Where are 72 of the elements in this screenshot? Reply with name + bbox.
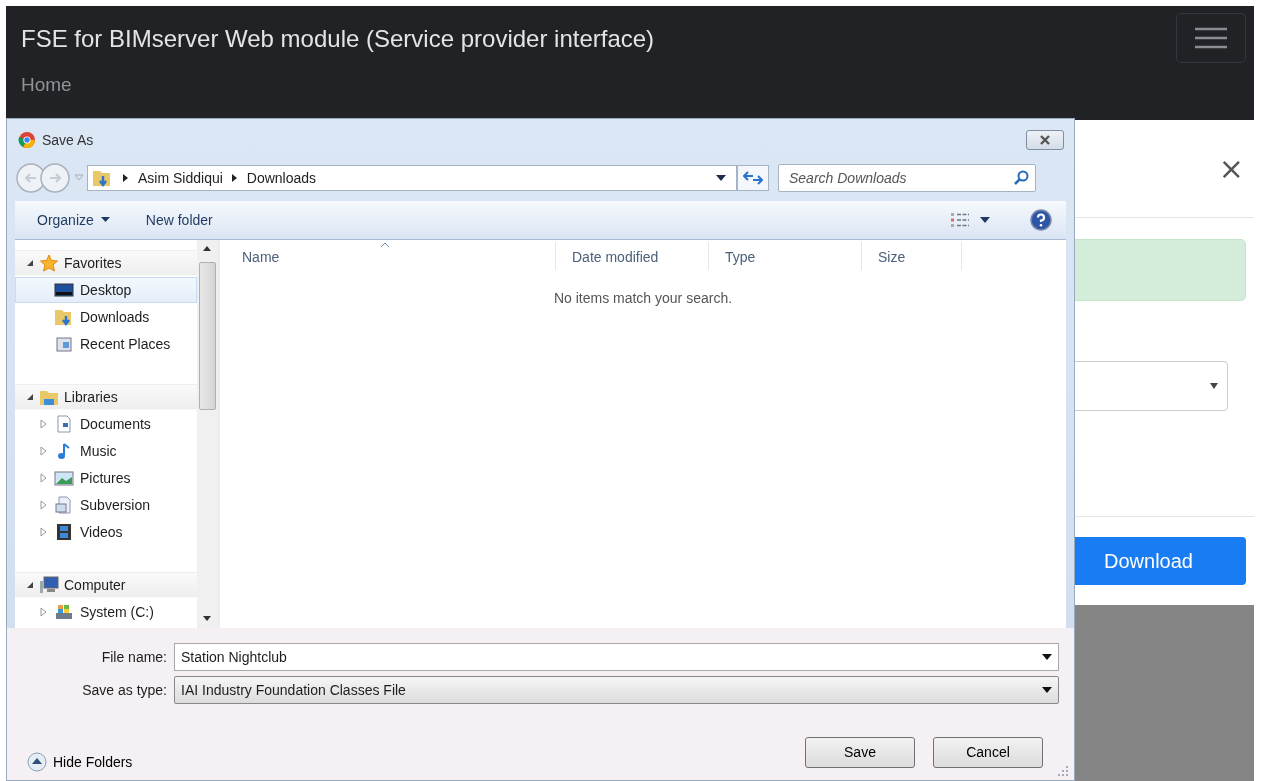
expander-icon [26, 393, 34, 401]
downloads-icon [54, 308, 74, 326]
caret-icon[interactable] [716, 175, 726, 181]
breadcrumb-item[interactable]: Downloads [246, 170, 317, 186]
tree-item[interactable]: Documents [15, 411, 197, 437]
recent-icon [54, 335, 74, 353]
column-header[interactable]: Size [862, 242, 962, 270]
caret-icon [1042, 653, 1052, 660]
help-icon[interactable] [1030, 209, 1052, 231]
column-header[interactable]: Name [226, 242, 556, 270]
caret-icon [1042, 686, 1052, 693]
desktop-icon [54, 281, 74, 299]
menu-icon [1195, 27, 1227, 49]
tree-item[interactable]: Pictures [15, 465, 197, 491]
chevron-icon [230, 173, 239, 183]
address-bar[interactable]: Asim Siddiqui Downloads [87, 165, 737, 191]
tree-item[interactable]: Downloads [15, 304, 197, 330]
arrow-down-icon [203, 616, 211, 622]
scrollbar[interactable] [197, 240, 217, 628]
caret-icon[interactable] [980, 217, 990, 223]
toolbar-button[interactable]: Organize [29, 208, 118, 232]
tree-item[interactable]: Desktop [15, 277, 197, 303]
star-icon [39, 254, 59, 272]
tree-item[interactable]: Videos [15, 519, 197, 545]
site-title: FSE for BIMserver Web module (Service provider interface) [21, 25, 656, 53]
library-icon [39, 388, 59, 406]
computer-icon [39, 576, 59, 594]
tree-item[interactable]: Recent Places [15, 331, 197, 357]
expander-icon [26, 581, 34, 589]
drive-icon [54, 603, 74, 621]
dialog-title: Save As [42, 132, 94, 148]
empty-message: No items match your search. [552, 290, 734, 306]
expander-icon [26, 259, 34, 267]
close-button[interactable]: × [1212, 150, 1250, 187]
chevron-up-icon [27, 752, 47, 772]
subversion-icon [54, 496, 74, 514]
breadcrumb-item[interactable]: Asim Siddiqui [138, 170, 223, 186]
caret-icon [100, 217, 110, 223]
chevron-icon [122, 173, 130, 183]
pictures-icon [54, 469, 74, 487]
tree-item[interactable]: Libraries [15, 384, 197, 410]
tree-item[interactable]: System (C:) [15, 599, 197, 625]
refresh-icon [743, 170, 763, 186]
scrollbar-thumb[interactable] [198, 262, 216, 410]
file-type-dropdown[interactable]: IAI Industry Foundation Classes File [174, 675, 1059, 704]
field-label: File name: [100, 648, 168, 665]
column-header[interactable]: Type [709, 242, 862, 270]
close-icon [1038, 135, 1052, 145]
tree-item[interactable]: Music [15, 438, 197, 464]
tree-item[interactable]: Favorites [15, 250, 197, 276]
search-field[interactable]: Search Downloads [778, 164, 1036, 192]
arrow-up-icon [203, 246, 211, 252]
dialog-button[interactable]: Cancel [933, 736, 1043, 768]
resize-grip-icon[interactable] [1058, 766, 1068, 776]
documents-icon [54, 415, 74, 433]
search-icon [1013, 170, 1029, 186]
view-list-icon[interactable] [950, 212, 970, 228]
refresh-button[interactable] [737, 165, 769, 191]
toolbar-button[interactable]: New folder [137, 208, 221, 232]
close-button[interactable] [1026, 130, 1064, 150]
nav-link[interactable]: Home [21, 74, 72, 96]
field-label: Save as type: [81, 681, 168, 698]
file-name-field[interactable]: Station Nightclub [174, 642, 1059, 671]
caret-icon [1209, 382, 1219, 390]
tree-item[interactable]: Computer [15, 572, 197, 598]
videos-icon [54, 523, 74, 541]
chrome-logo-icon [18, 131, 36, 149]
dialog-button[interactable]: Save [805, 736, 915, 768]
menu-button[interactable] [1176, 13, 1246, 63]
tree-item[interactable]: Subversion [15, 492, 197, 518]
column-header[interactable]: Date modified [556, 242, 709, 270]
hide-folders-button[interactable]: Hide Folders [27, 752, 133, 772]
